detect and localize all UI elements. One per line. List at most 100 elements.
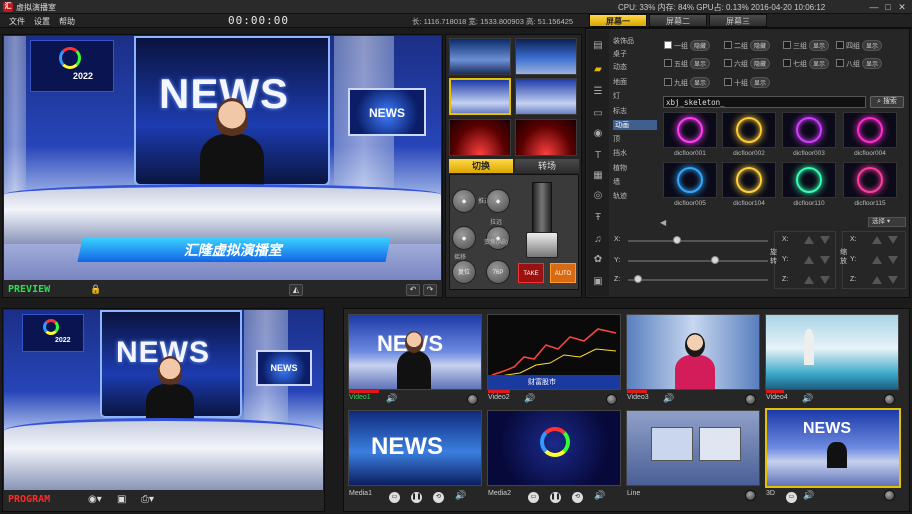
layers-icon[interactable]: ▤ [591, 40, 605, 52]
category-ceiling[interactable]: 顶 [613, 134, 620, 144]
tab-switch[interactable]: 切换 [449, 159, 513, 173]
rotate-z-up[interactable] [804, 276, 814, 284]
volume-icon[interactable]: 🔊 [524, 393, 535, 404]
slider-y-knob[interactable] [710, 256, 719, 264]
scale-y-down[interactable] [888, 256, 898, 264]
group-7[interactable]: 七组 显示 [783, 58, 830, 69]
volume-icon[interactable]: 🔊 [386, 393, 397, 404]
76p-button[interactable]: 76P [486, 260, 510, 284]
image-icon[interactable]: ▦ [591, 170, 605, 182]
category-track[interactable]: 轨迹 [613, 191, 627, 201]
rotate-y-up[interactable] [804, 256, 814, 264]
scale-x-down[interactable] [888, 236, 898, 244]
effect-thumb[interactable] [843, 112, 897, 148]
effect-thumb[interactable] [663, 112, 717, 148]
category-logo[interactable]: 标志 [613, 106, 627, 116]
loop-icon[interactable]: ⟲ [433, 492, 444, 503]
source-video2[interactable]: 财富股市 [487, 314, 621, 390]
category-wall[interactable]: 墙 [613, 177, 620, 187]
push-in-button[interactable]: ◆ [452, 189, 476, 213]
volume-icon[interactable]: 🔊 [594, 490, 605, 501]
volume-knob[interactable] [745, 490, 756, 501]
split-view-icon[interactable]: ◭ [289, 284, 303, 296]
group-8[interactable]: 八组 显示 [836, 58, 883, 69]
effect-thumb[interactable] [663, 162, 717, 198]
source-video4[interactable] [765, 314, 899, 390]
rotate-x-down[interactable] [820, 236, 830, 244]
auto-button[interactable]: AUTO [550, 263, 576, 283]
source-media1[interactable]: NEWS [348, 410, 482, 486]
volume-knob[interactable] [745, 394, 756, 405]
category-light[interactable]: 灯 [613, 91, 620, 101]
source-3d[interactable]: NEWS [765, 408, 901, 488]
category-desk[interactable]: 桌子 [613, 49, 627, 59]
camera-thumb-6[interactable] [515, 119, 577, 156]
text-icon[interactable]: T [591, 150, 605, 162]
source-video1[interactable]: NEWS [348, 314, 482, 390]
group-2[interactable]: 二组 隐藏 [724, 40, 771, 51]
open-file-icon[interactable]: ▭ [528, 492, 539, 503]
group-5[interactable]: 五组 显示 [664, 58, 711, 69]
reset-button[interactable]: 复位 [452, 260, 476, 284]
rotate-z-down[interactable] [820, 276, 830, 284]
effect-dropdown[interactable]: 选择 ▾ [868, 217, 906, 227]
tab-screen-1[interactable]: 屏幕一 [589, 14, 647, 27]
volume-icon[interactable]: 🔊 [455, 490, 466, 501]
camera-icon[interactable]: ◉ [591, 128, 605, 140]
music-icon[interactable]: ♫ [591, 234, 605, 246]
camera-thumb-4[interactable] [515, 78, 577, 115]
volume-knob[interactable] [606, 394, 617, 405]
category-plant[interactable]: 植物 [613, 163, 627, 173]
slider-x-track[interactable] [628, 240, 768, 242]
lock-icon[interactable]: 🔒 [90, 284, 101, 295]
effect-thumb[interactable] [843, 162, 897, 198]
pause-icon[interactable]: ❚❚ [550, 492, 561, 503]
object-search-input[interactable] [663, 96, 866, 108]
camera-thumb-2[interactable] [515, 38, 577, 75]
camera-thumb-1[interactable] [449, 38, 511, 75]
group-9[interactable]: 九组 显示 [664, 77, 711, 88]
category-screen[interactable]: 挡水 [613, 148, 627, 158]
font-icon[interactable]: Ŧ [591, 212, 605, 224]
take-button[interactable]: TAKE [518, 263, 544, 283]
loop-icon[interactable]: ⟲ [572, 492, 583, 503]
effect-thumb[interactable] [782, 162, 836, 198]
menu-help[interactable]: 帮助 [59, 16, 75, 27]
snapshot-icon[interactable]: ▣ [117, 494, 126, 505]
volume-knob[interactable] [884, 394, 895, 405]
search-button[interactable]: ⌕ 搜索 [870, 96, 904, 108]
volume-icon[interactable]: 🔊 [663, 393, 674, 404]
menu-settings[interactable]: 设置 [34, 16, 50, 27]
rotate-x-up[interactable] [804, 236, 814, 244]
close-button[interactable]: ✕ [896, 1, 908, 13]
camera-thumb-5[interactable] [449, 119, 511, 156]
source-video3[interactable] [626, 314, 760, 390]
category-animation[interactable]: 动画 [613, 120, 657, 130]
effect-thumb[interactable] [722, 162, 776, 198]
minimize-button[interactable]: — [868, 1, 880, 13]
volume-knob[interactable] [467, 394, 478, 405]
group-3[interactable]: 三组 显示 [783, 40, 830, 51]
scale-z-up[interactable] [872, 276, 882, 284]
camera-thumb-3[interactable] [449, 78, 511, 115]
source-media2[interactable] [487, 410, 621, 486]
globe-icon[interactable]: ◎ [591, 190, 605, 202]
tbar-handle[interactable] [526, 232, 558, 258]
slider-z-track[interactable] [628, 279, 768, 281]
category-dynamic[interactable]: 动态 [613, 62, 627, 72]
output-settings-icon[interactable]: ⎙▾ [141, 494, 154, 505]
volume-icon[interactable]: 🔊 [803, 490, 814, 501]
effect-thumb[interactable] [722, 112, 776, 148]
pull-out-button[interactable]: ◆ [486, 189, 510, 213]
volume-knob[interactable] [884, 490, 895, 501]
maximize-button[interactable]: □ [882, 1, 894, 13]
slider-y-track[interactable] [628, 260, 768, 262]
slider-x-knob[interactable] [673, 236, 681, 244]
source-line[interactable] [626, 410, 760, 486]
group-6[interactable]: 六组 隐藏 [724, 58, 771, 69]
open-file-icon[interactable]: ▭ [786, 492, 797, 503]
record-icon[interactable]: ◉▾ [88, 494, 102, 505]
monitor-icon[interactable]: ▭ [591, 108, 605, 120]
scale-z-down[interactable] [888, 276, 898, 284]
effect-thumb[interactable] [782, 112, 836, 148]
